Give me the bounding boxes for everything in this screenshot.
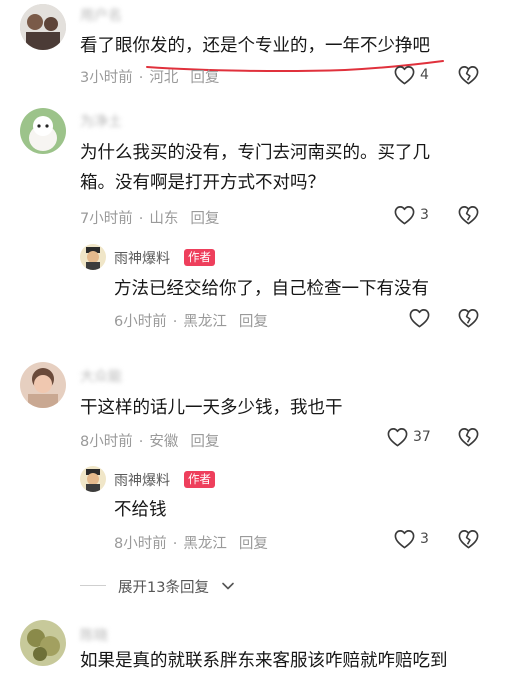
avatar-photo	[20, 4, 66, 50]
heart-icon	[393, 528, 416, 551]
reply-text: 方法已经交给你了，自己检查一下有没有	[114, 279, 429, 299]
avatar[interactable]	[20, 4, 66, 50]
like-button[interactable]: 4	[393, 64, 441, 88]
heart-icon	[393, 204, 416, 227]
comment-username[interactable]: 为净土	[80, 111, 122, 131]
reply-meta: 8小时前 · 黑龙江 回复	[114, 536, 268, 552]
heartbreak-icon[interactable]	[457, 307, 480, 330]
heartbreak-icon[interactable]	[457, 64, 480, 87]
like-count: 3	[420, 207, 429, 223]
comment-text: 看了眼你发的，还是个专业的，一年不少挣吧	[80, 36, 430, 56]
expand-divider	[80, 585, 106, 586]
avatar-photo	[20, 620, 66, 666]
reply-location: 黑龙江	[183, 314, 227, 330]
reply-button[interactable]: 回复	[239, 536, 268, 552]
reply-text: 不给钱	[114, 500, 167, 520]
author-tag: 作者	[184, 249, 215, 266]
comment-time: 3小时前	[80, 70, 133, 86]
heartbreak-icon[interactable]	[457, 528, 480, 551]
heart-icon	[393, 64, 416, 87]
comment-username[interactable]: 用户名	[80, 5, 122, 25]
comment-location: 山东	[149, 211, 179, 227]
heart-icon[interactable]	[408, 307, 431, 330]
avatar-photo	[80, 466, 106, 492]
reply-username[interactable]: 雨神爆料	[114, 470, 170, 490]
avatar[interactable]	[20, 362, 66, 408]
like-count: 3	[420, 531, 429, 547]
comment-text: 干这样的话儿一天多少钱，我也干	[80, 398, 343, 418]
comment-text-line: 箱。没有啊是打开方式不对吗？	[80, 173, 325, 193]
avatar-photo	[20, 108, 66, 154]
reply-meta: 6小时前 · 黑龙江 回复	[114, 314, 268, 330]
reply-avatar[interactable]	[80, 466, 106, 492]
reply-button[interactable]: 回复	[190, 211, 219, 227]
comment-text-line: 为什么我买的没有，专门去河南买的。买了几	[80, 143, 430, 163]
heartbreak-icon[interactable]	[457, 204, 480, 227]
reply-username[interactable]: 雨神爆料	[114, 248, 170, 268]
expand-replies-button[interactable]: 展开13条回复	[118, 576, 209, 597]
avatar-photo	[80, 244, 106, 270]
comment-meta: 3小时前 · 河北 回复	[80, 70, 220, 86]
avatar[interactable]	[20, 620, 66, 666]
heartbreak-icon[interactable]	[457, 426, 480, 449]
reply-location: 黑龙江	[183, 536, 227, 552]
reply-avatar[interactable]	[80, 244, 106, 270]
heart-icon	[386, 426, 409, 449]
like-button[interactable]: 3	[393, 528, 441, 552]
like-button[interactable]: 3	[393, 204, 441, 228]
comment-location: 安徽	[149, 434, 179, 450]
chevron-down-icon	[222, 582, 234, 590]
like-count: 4	[420, 67, 429, 83]
comment-time: 7小时前	[80, 211, 133, 227]
avatar[interactable]	[20, 108, 66, 154]
comment-username[interactable]: 陈晓	[80, 625, 108, 645]
comment-meta: 8小时前 · 安徽 回复	[80, 434, 220, 450]
comment-location: 河北	[149, 70, 179, 86]
reply-button[interactable]: 回复	[190, 70, 219, 86]
reply-time: 6小时前	[114, 314, 167, 330]
comment-text: 如果是真的就联系胖东来客服该咋赔就咋赔吃到	[80, 651, 448, 671]
author-tag: 作者	[184, 471, 215, 488]
reply-button[interactable]: 回复	[190, 434, 219, 450]
reply-time: 8小时前	[114, 536, 167, 552]
like-button[interactable]: 37	[386, 426, 442, 450]
comment-username[interactable]: 大众能	[80, 366, 122, 386]
reply-button[interactable]: 回复	[239, 314, 268, 330]
like-count: 37	[413, 429, 431, 445]
avatar-photo	[20, 362, 66, 408]
comment-time: 8小时前	[80, 434, 133, 450]
comment-meta: 7小时前 · 山东 回复	[80, 211, 220, 227]
